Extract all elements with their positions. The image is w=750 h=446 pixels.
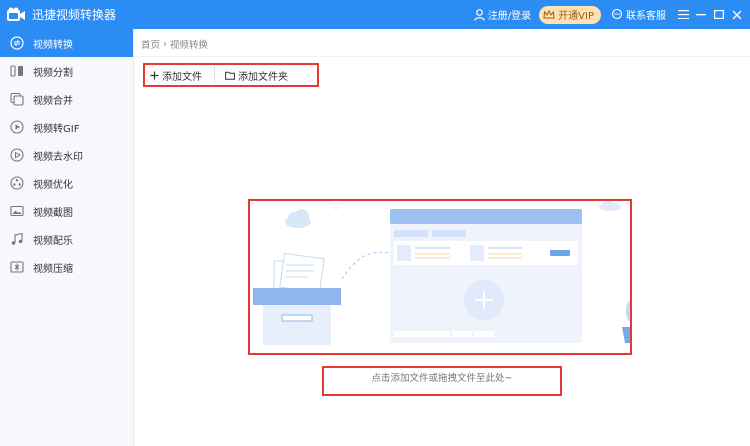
- crown-icon: [543, 9, 555, 18]
- breadcrumb: 首页 › 视频转换: [141, 37, 208, 52]
- service-label: 联系客服: [626, 11, 666, 22]
- optimize-icon: [10, 176, 24, 190]
- title-bar-actions: 注册/登录 开通VIP 联系客服: [474, 0, 750, 29]
- app-title: 迅捷视频转换器: [32, 8, 117, 22]
- sidebar-item-label: 视频合并: [33, 95, 73, 107]
- sidebar-item-label: 视频压缩: [33, 263, 73, 275]
- sidebar-item-video-merge[interactable]: 视频合并: [0, 85, 133, 113]
- breadcrumb-divider: [134, 56, 750, 57]
- maximize-button[interactable]: [710, 6, 728, 24]
- add-folder-button[interactable]: 添加文件夹: [225, 66, 288, 84]
- music-icon: [10, 232, 24, 246]
- user-icon: [474, 8, 485, 21]
- drop-zone-illustration: [253, 199, 638, 345]
- sidebar-item-label: 视频转GIF: [33, 123, 80, 135]
- plant-icon: [622, 301, 638, 343]
- watermark-icon: [10, 148, 24, 162]
- close-button[interactable]: [728, 6, 746, 24]
- sidebar-item-label: 视频优化: [33, 179, 73, 191]
- main-content: 首页 › 视频转换 添加文件 添加文件夹 点击添加文件或拖拽文件至此处~: [134, 29, 750, 446]
- customer-service-button[interactable]: 联系客服: [611, 7, 666, 22]
- cloud-icon: [285, 209, 311, 228]
- sidebar-item-video-split[interactable]: 视频分割: [0, 57, 133, 85]
- folder-icon: [225, 71, 235, 80]
- app-window-illustration: [390, 209, 582, 343]
- toolbar-divider: [214, 67, 215, 83]
- sidebar-item-remove-watermark[interactable]: 视频去水印: [0, 141, 133, 169]
- sidebar-item-label: 视频转换: [33, 39, 73, 51]
- chat-icon: [611, 9, 623, 20]
- minimize-button[interactable]: [692, 6, 710, 24]
- merge-icon: [10, 92, 24, 106]
- cloud-icon: [599, 199, 621, 211]
- add-file-label: 添加文件: [162, 71, 202, 83]
- minimize-icon: [696, 13, 706, 15]
- sidebar-item-label: 视频配乐: [33, 235, 73, 247]
- file-toolbar: 添加文件 添加文件夹: [143, 63, 319, 87]
- app-window: 迅捷视频转换器 注册/登录 开通VIP 联系客服 视频转换 视频分割 视频合并 …: [0, 0, 750, 446]
- add-folder-label: 添加文件夹: [238, 71, 288, 83]
- file-box-icon: [253, 252, 341, 345]
- sidebar: 视频转换 视频分割 视频合并 视频转GIF 视频去水印 视频优化 视频截图 视频…: [0, 29, 134, 446]
- sidebar-item-label: 视频截图: [33, 207, 73, 219]
- drop-hint-box[interactable]: 点击添加文件或拖拽文件至此处~: [322, 366, 562, 396]
- sidebar-item-video-screenshot[interactable]: 视频截图: [0, 197, 133, 225]
- sidebar-item-label: 视频去水印: [33, 151, 83, 163]
- breadcrumb-current: 视频转换: [169, 40, 208, 51]
- add-file-button[interactable]: 添加文件: [150, 66, 202, 84]
- plus-icon: [150, 71, 159, 80]
- menu-icon: [677, 10, 689, 19]
- drop-zone[interactable]: [248, 199, 638, 355]
- split-icon: [10, 64, 24, 78]
- sidebar-item-video-compress[interactable]: 视频压缩: [0, 253, 133, 281]
- login-button[interactable]: 注册/登录: [474, 7, 531, 22]
- menu-button[interactable]: [674, 6, 692, 24]
- vip-button[interactable]: 开通VIP: [539, 5, 601, 24]
- drag-connector: [341, 251, 391, 280]
- chevron-right-icon: ›: [163, 38, 167, 50]
- title-bar: 迅捷视频转换器 注册/登录 开通VIP 联系客服: [0, 0, 750, 29]
- close-icon: [732, 10, 742, 19]
- vip-label: 开通VIP: [558, 11, 594, 22]
- compress-icon: [10, 260, 24, 274]
- convert-icon: [10, 36, 24, 50]
- app-logo-icon: [6, 7, 26, 23]
- breadcrumb-home[interactable]: 首页: [141, 37, 160, 51]
- screenshot-icon: [10, 204, 24, 218]
- drop-hint-text: 点击添加文件或拖拽文件至此处~: [371, 373, 513, 384]
- maximize-icon: [714, 10, 724, 19]
- gif-icon: [10, 120, 24, 134]
- sidebar-item-video-to-gif[interactable]: 视频转GIF: [0, 113, 133, 141]
- sidebar-item-video-music[interactable]: 视频配乐: [0, 225, 133, 253]
- sidebar-item-label: 视频分割: [33, 67, 73, 79]
- login-label: 注册/登录: [487, 11, 532, 22]
- sidebar-item-video-convert[interactable]: 视频转换: [0, 29, 133, 57]
- sidebar-item-video-optimize[interactable]: 视频优化: [0, 169, 133, 197]
